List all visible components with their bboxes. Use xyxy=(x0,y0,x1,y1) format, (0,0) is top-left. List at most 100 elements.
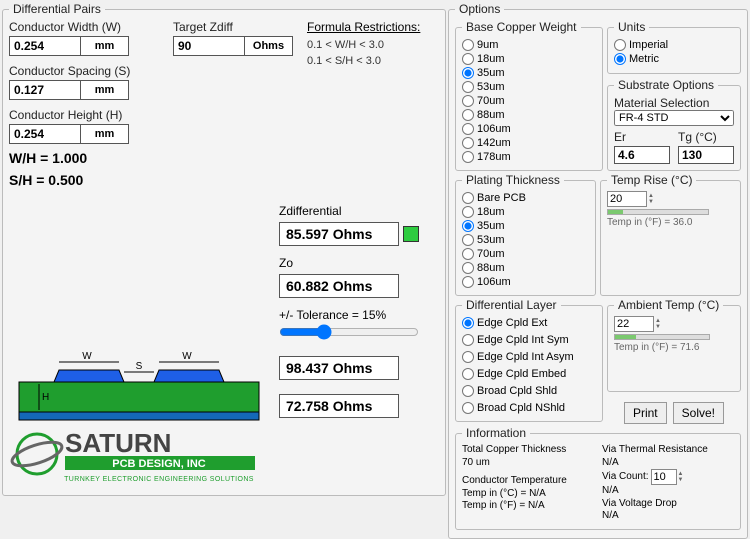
base-copper-radio[interactable] xyxy=(462,39,474,51)
ambient-note: Temp in (°F) = 71.6 xyxy=(614,342,734,353)
er-input[interactable] xyxy=(614,146,670,164)
base-copper-option[interactable]: 178um xyxy=(462,150,596,164)
spinner-icon[interactable]: ▲▼ xyxy=(648,193,654,205)
svg-text:S: S xyxy=(136,361,143,372)
print-button[interactable]: Print xyxy=(624,402,667,424)
base-copper-radio[interactable] xyxy=(462,53,474,65)
target-zdiff-input[interactable] xyxy=(174,37,244,55)
plating-legend: Plating Thickness xyxy=(462,173,564,187)
base-copper-radio[interactable] xyxy=(462,123,474,135)
base-copper-radio[interactable] xyxy=(462,81,474,93)
base-copper-radio[interactable] xyxy=(462,67,474,79)
plating-label-text: 88um xyxy=(477,261,505,275)
material-selection-dropdown[interactable]: FR-4 STD xyxy=(614,110,734,126)
plating-label-text: 18um xyxy=(477,205,505,219)
tolerance-slider[interactable] xyxy=(279,324,419,340)
base-copper-radio[interactable] xyxy=(462,95,474,107)
base-copper-option[interactable]: 9um xyxy=(462,38,596,52)
conductor-width-input-group: mm xyxy=(9,36,129,56)
formula-line-wh: 0.1 < W/H < 3.0 xyxy=(307,38,439,52)
plating-option[interactable]: 53um xyxy=(462,233,589,247)
temp-rise-group: Temp Rise (°C) ▲▼ Temp in (°F) = 36.0 xyxy=(600,173,741,296)
solve-button[interactable]: Solve! xyxy=(673,402,724,424)
base-copper-radio[interactable] xyxy=(462,151,474,163)
base-copper-option[interactable]: 53um xyxy=(462,80,596,94)
via-count-input[interactable] xyxy=(651,469,677,485)
units-radio[interactable] xyxy=(614,39,626,51)
ambient-progress xyxy=(614,334,710,340)
diff-layer-option[interactable]: Edge Cpld Int Asym xyxy=(462,350,596,364)
temp-rise-input[interactable] xyxy=(607,191,647,207)
conductor-temp-c: Temp in (°C) = N/A xyxy=(462,488,594,501)
conductor-spacing-input-group: mm xyxy=(9,80,129,100)
base-copper-radio[interactable] xyxy=(462,137,474,149)
conductor-width-input[interactable] xyxy=(10,37,80,55)
zo-value: 60.882 Ohms xyxy=(279,274,399,298)
diff-layer-option[interactable]: Edge Cpld Int Sym xyxy=(462,333,596,347)
base-copper-option[interactable]: 18um xyxy=(462,52,596,66)
base-copper-radio[interactable] xyxy=(462,109,474,121)
plating-radio[interactable] xyxy=(462,234,474,246)
diff-layer-option[interactable]: Broad Cpld Shld xyxy=(462,384,596,398)
diff-layer-radio[interactable] xyxy=(462,351,474,363)
diff-layer-option[interactable]: Edge Cpld Ext xyxy=(462,316,596,330)
substrate-legend: Substrate Options xyxy=(614,78,718,92)
plating-radio[interactable] xyxy=(462,248,474,260)
diff-layer-label-text: Broad Cpld NShld xyxy=(477,401,565,415)
diff-layer-legend: Differential Layer xyxy=(462,298,561,312)
spinner-icon[interactable]: ▲▼ xyxy=(678,471,684,483)
base-copper-option[interactable]: 142um xyxy=(462,136,596,150)
plating-radio[interactable] xyxy=(462,276,474,288)
diff-layer-radio[interactable] xyxy=(462,334,474,346)
diff-layer-radio[interactable] xyxy=(462,317,474,329)
base-copper-option[interactable]: 70um xyxy=(462,94,596,108)
target-zdiff-label: Target Zdiff xyxy=(173,20,293,34)
plating-option[interactable]: Bare PCB xyxy=(462,191,589,205)
base-copper-label-text: 178um xyxy=(477,150,511,164)
plating-label-text: 106um xyxy=(477,275,511,289)
ambient-temp-group: Ambient Temp (°C) ▲▼ Temp in (°F) = 71.6 xyxy=(607,298,741,392)
zo-label: Zo xyxy=(279,256,439,270)
ambient-temp-input[interactable] xyxy=(614,316,654,332)
er-label: Er xyxy=(614,130,670,144)
conductor-spacing-unit: mm xyxy=(80,81,128,99)
diff-layer-option[interactable]: Edge Cpld Embed xyxy=(462,367,596,381)
tg-label: Tg (°C) xyxy=(678,130,734,144)
plating-option[interactable]: 35um xyxy=(462,219,589,233)
plating-radio[interactable] xyxy=(462,192,474,204)
plating-option[interactable]: 88um xyxy=(462,261,589,275)
plating-label-text: 35um xyxy=(477,219,505,233)
diff-layer-label-text: Edge Cpld Int Asym xyxy=(477,350,574,364)
diff-layer-option[interactable]: Broad Cpld NShld xyxy=(462,401,596,415)
diff-layer-radio[interactable] xyxy=(462,385,474,397)
tg-input[interactable] xyxy=(678,146,734,164)
plating-radio[interactable] xyxy=(462,262,474,274)
spinner-icon[interactable]: ▲▼ xyxy=(655,318,661,330)
units-option[interactable]: Metric xyxy=(614,52,734,66)
plating-label-text: Bare PCB xyxy=(477,191,526,205)
units-radio[interactable] xyxy=(614,53,626,65)
diff-layer-radio[interactable] xyxy=(462,368,474,380)
units-option[interactable]: Imperial xyxy=(614,38,734,52)
plating-option[interactable]: 18um xyxy=(462,205,589,219)
plating-option[interactable]: 106um xyxy=(462,275,589,289)
base-copper-option[interactable]: 88um xyxy=(462,108,596,122)
base-copper-label-text: 106um xyxy=(477,122,511,136)
base-copper-option[interactable]: 35um xyxy=(462,66,596,80)
diff-layer-group: Differential Layer Edge Cpld Ext Edge Cpl… xyxy=(455,298,603,422)
target-zdiff-unit: Ohms xyxy=(244,37,292,55)
conductor-height-label: Conductor Height (H) xyxy=(9,108,159,122)
options-group: Options Base Copper Weight 9um18um35um53… xyxy=(448,2,748,539)
plating-radio[interactable] xyxy=(462,220,474,232)
formula-header: Formula Restrictions: xyxy=(307,20,439,34)
base-copper-label-text: 70um xyxy=(477,94,505,108)
conductor-height-input[interactable] xyxy=(10,125,80,143)
via-voltage-label: Via Voltage Drop xyxy=(602,498,734,511)
plating-option[interactable]: 70um xyxy=(462,247,589,261)
base-copper-option[interactable]: 106um xyxy=(462,122,596,136)
plating-radio[interactable] xyxy=(462,206,474,218)
conductor-spacing-input[interactable] xyxy=(10,81,80,99)
units-label-text: Imperial xyxy=(629,38,668,52)
diff-layer-label-text: Edge Cpld Int Sym xyxy=(477,333,569,347)
diff-layer-radio[interactable] xyxy=(462,402,474,414)
